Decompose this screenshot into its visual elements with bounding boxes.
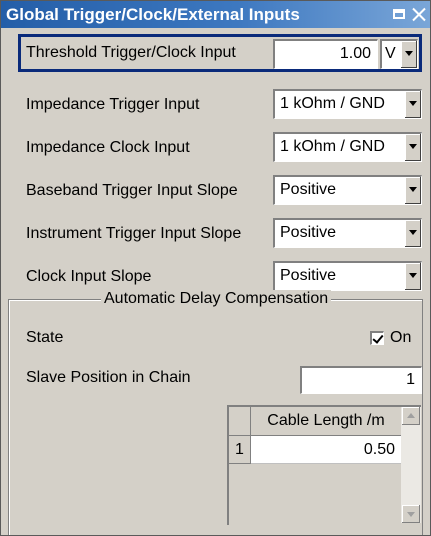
cable-length-table: Cable Length /m 1 0.50 bbox=[227, 405, 421, 525]
dialog-title: Global Trigger/Clock/External Inputs bbox=[6, 5, 300, 24]
scroll-down-icon[interactable] bbox=[402, 505, 420, 523]
impedance-trigger-value: 1 kOhm / GND bbox=[280, 95, 385, 112]
delay-compensation-title: Automatic Delay Compensation bbox=[101, 290, 332, 308]
chevron-down-icon[interactable] bbox=[404, 177, 421, 204]
threshold-label: Threshold Trigger/Clock Input bbox=[26, 44, 236, 61]
instrument-slope-dropdown[interactable]: Positive bbox=[273, 218, 422, 248]
clock-slope-value: Positive bbox=[280, 267, 337, 284]
chevron-down-icon[interactable] bbox=[404, 263, 421, 290]
baseband-slope-dropdown[interactable]: Positive bbox=[273, 175, 422, 205]
chevron-down-icon[interactable] bbox=[404, 91, 421, 118]
chevron-down-icon[interactable] bbox=[400, 41, 417, 68]
restore-icon[interactable] bbox=[391, 6, 408, 23]
impedance-clock-value: 1 kOhm / GND bbox=[280, 138, 385, 155]
impedance-clock-dropdown[interactable]: 1 kOhm / GND bbox=[273, 132, 422, 162]
chevron-down-icon[interactable] bbox=[404, 220, 421, 247]
instrument-slope-value: Positive bbox=[280, 224, 337, 241]
threshold-value: 1.00 bbox=[339, 45, 371, 62]
table-row-header[interactable]: 1 bbox=[229, 436, 251, 464]
impedance-trigger-dropdown[interactable]: 1 kOhm / GND bbox=[273, 89, 422, 119]
impedance-trigger-label: Impedance Trigger Input bbox=[26, 96, 200, 113]
slave-position-value: 1 bbox=[406, 371, 415, 388]
slave-position-input[interactable]: 1 bbox=[300, 366, 422, 394]
threshold-input[interactable]: 1.00 bbox=[273, 39, 378, 69]
instrument-slope-label: Instrument Trigger Input Slope bbox=[26, 225, 242, 242]
table-empty-area bbox=[229, 464, 401, 525]
slave-position-label: Slave Position in Chain bbox=[26, 369, 191, 386]
clock-slope-dropdown[interactable]: Positive bbox=[273, 261, 422, 291]
cable-length-column-header: Cable Length /m bbox=[251, 407, 401, 436]
state-checkbox[interactable] bbox=[370, 331, 384, 345]
close-icon[interactable] bbox=[411, 6, 428, 23]
global-trigger-dialog: Global Trigger/Clock/External Inputs Thr… bbox=[0, 0, 431, 536]
cable-length-cell[interactable]: 0.50 bbox=[251, 436, 401, 464]
baseband-slope-value: Positive bbox=[280, 181, 337, 198]
scroll-up-icon[interactable] bbox=[402, 407, 420, 425]
state-label: State bbox=[26, 329, 64, 346]
baseband-slope-label: Baseband Trigger Input Slope bbox=[26, 182, 238, 199]
clock-slope-label: Clock Input Slope bbox=[26, 268, 152, 285]
dialog-titlebar[interactable]: Global Trigger/Clock/External Inputs bbox=[1, 1, 430, 28]
threshold-unit-value: V bbox=[385, 45, 396, 62]
table-scrollbar[interactable] bbox=[401, 407, 421, 523]
table-corner-header bbox=[229, 407, 251, 436]
impedance-clock-label: Impedance Clock Input bbox=[26, 139, 190, 156]
chevron-down-icon[interactable] bbox=[404, 134, 421, 161]
state-checkbox-label[interactable]: On bbox=[390, 329, 411, 347]
threshold-unit-dropdown[interactable]: V bbox=[380, 39, 418, 69]
